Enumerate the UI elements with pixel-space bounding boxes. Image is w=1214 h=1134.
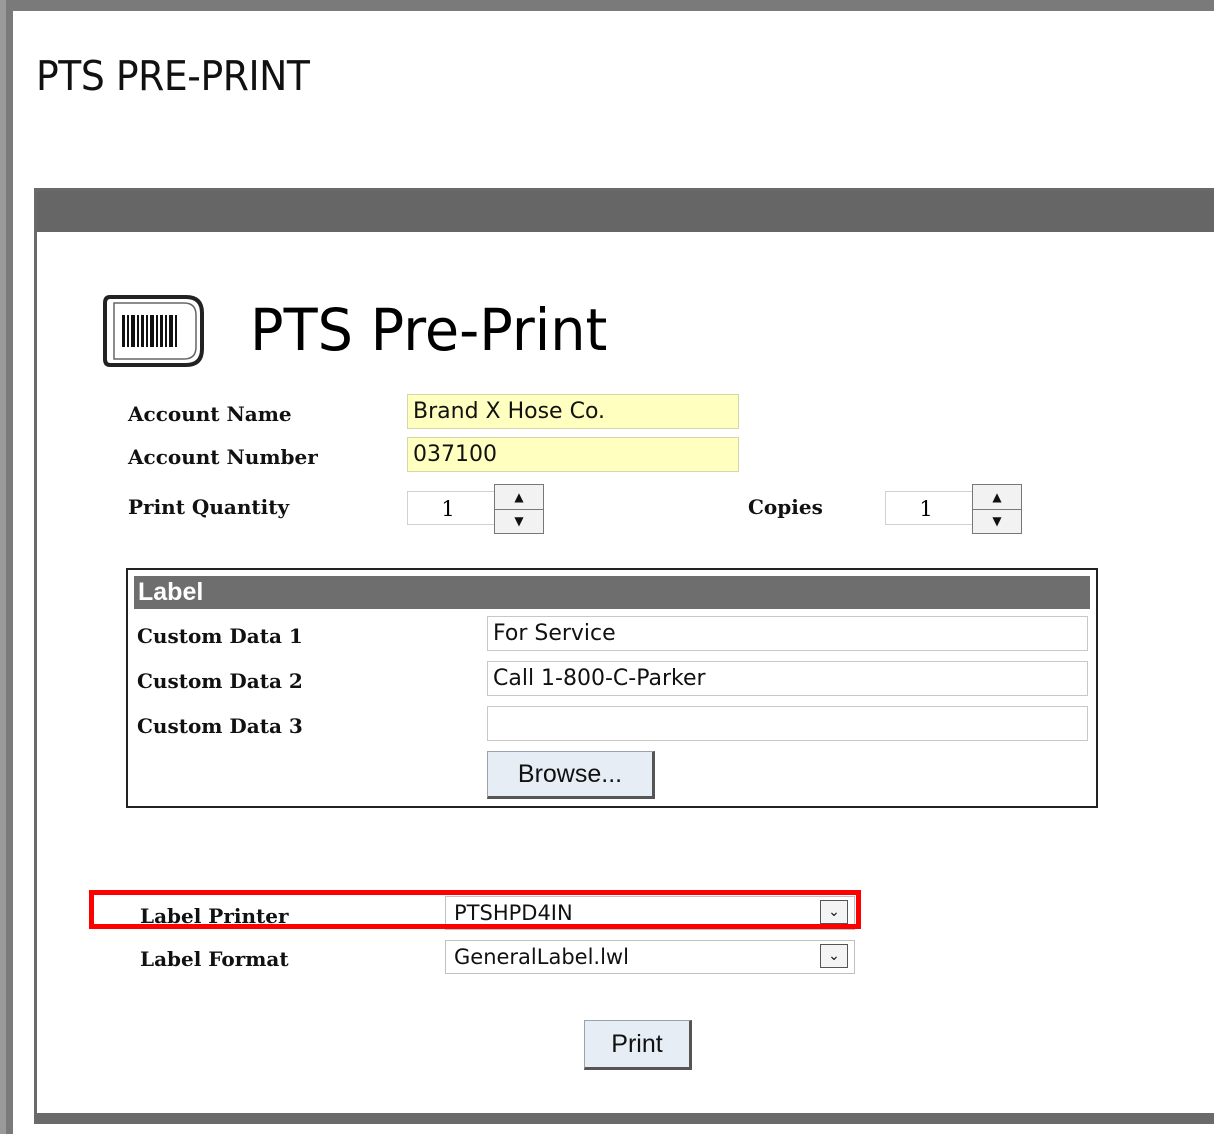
label-format-value: GeneralLabel.lwl [454,945,629,969]
chevron-down-icon[interactable]: ⌄ [820,900,848,924]
copies-input[interactable]: 1 [885,491,973,525]
print-button[interactable]: Print [584,1020,692,1070]
account-number-input[interactable]: 037100 [407,437,739,472]
label-section-header: Label [134,576,1090,609]
custom-data-3-label: Custom Data 3 [137,714,303,738]
custom-data-2-input[interactable]: Call 1-800-C-Parker [487,661,1088,696]
copies-down-icon[interactable]: ▼ [973,509,1021,533]
label-printer-select[interactable]: PTSHPD4IN ⌄ [445,896,855,930]
custom-data-2-label: Custom Data 2 [137,669,303,693]
panel-header-bar [37,191,1214,232]
account-name-label: Account Name [128,402,292,426]
copies-up-icon[interactable]: ▲ [973,485,1021,510]
print-quantity-up-icon[interactable]: ▲ [495,485,543,510]
print-quantity-stepper[interactable]: ▲ ▼ [494,484,544,534]
print-quantity-down-icon[interactable]: ▼ [495,509,543,533]
print-quantity-input[interactable]: 1 [407,491,495,525]
label-printer-label: Label Printer [140,904,289,928]
custom-data-3-input[interactable] [487,706,1088,741]
page-heading: PTS PRE-PRINT [36,52,310,100]
chevron-down-icon[interactable]: ⌄ [820,944,848,968]
custom-data-1-label: Custom Data 1 [137,624,303,648]
browse-button[interactable]: Browse... [487,751,655,799]
barcode-label-icon [103,295,204,367]
copies-label: Copies [748,495,823,519]
print-quantity-label: Print Quantity [128,495,290,519]
app-title: PTS Pre-Print [250,296,608,364]
account-name-input[interactable]: Brand X Hose Co. [407,394,739,429]
account-number-label: Account Number [128,445,318,469]
label-format-label: Label Format [140,947,289,971]
label-printer-value: PTSHPD4IN [454,901,573,925]
label-format-select[interactable]: GeneralLabel.lwl ⌄ [445,940,855,974]
copies-stepper[interactable]: ▲ ▼ [972,484,1022,534]
panel-bottom-bar [34,1114,1214,1124]
custom-data-1-input[interactable]: For Service [487,616,1088,651]
